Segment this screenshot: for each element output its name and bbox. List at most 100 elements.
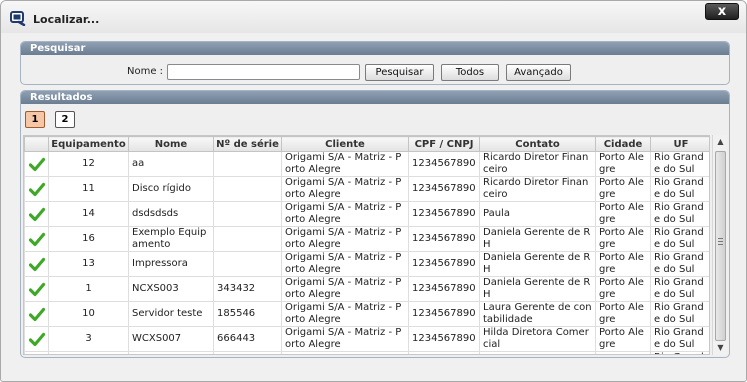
cell-select[interactable] bbox=[24, 226, 49, 252]
cell-cpf-cnpj: 1234567890 bbox=[408, 176, 480, 202]
cell-uf: Rio Grande do Sul bbox=[650, 176, 709, 202]
cell-serie: 343432 bbox=[213, 276, 282, 302]
cell-equipamento: 10 bbox=[48, 301, 129, 327]
table-row[interactable]: 14 dsdsdsds Origami S/A - Matriz - Porto A… bbox=[24, 201, 709, 227]
column-header-select bbox=[24, 136, 49, 152]
cell-select[interactable] bbox=[24, 151, 49, 177]
cell-cidade: Porto Alegre bbox=[595, 226, 651, 252]
cell-cpf-cnpj: 1234567890 bbox=[408, 326, 480, 352]
checkmark-icon[interactable] bbox=[28, 282, 45, 297]
chevron-up-icon[interactable]: ▲ bbox=[713, 135, 728, 149]
column-header-uf[interactable]: UF bbox=[650, 136, 709, 152]
cell-nome: Exemplo Equipamento bbox=[128, 226, 214, 252]
table-row[interactable]: 10 Servidor teste 185546 Origami S/A - Matr… bbox=[24, 301, 709, 327]
checkmark-icon[interactable] bbox=[28, 257, 45, 272]
cell-cpf-cnpj: 1234567890 bbox=[408, 301, 480, 327]
cell-equipamento: 13 bbox=[48, 251, 129, 277]
cell-cliente: Origami S/A - Matriz - Porto Alegre bbox=[281, 201, 409, 227]
table-row[interactable]: 16 Exemplo Equipamento Origami S/A - Matri… bbox=[24, 226, 709, 252]
cell-serie bbox=[213, 226, 282, 252]
checkmark-icon[interactable] bbox=[28, 332, 45, 347]
nome-label: Nome : bbox=[127, 66, 164, 77]
cell-serie: 666443 bbox=[213, 326, 282, 352]
cell-cpf-cnpj: 1234567890 bbox=[408, 201, 480, 227]
checkmark-icon[interactable] bbox=[28, 207, 45, 222]
results-table: Equipamento Nome Nº de série Cliente CPF… bbox=[24, 136, 709, 354]
cell-uf: Rio Grande do Sul bbox=[650, 201, 709, 227]
cell-contato: Daniela Gerente de RH bbox=[479, 226, 596, 252]
todos-button[interactable]: Todos bbox=[441, 64, 499, 81]
cell-cidade: Porto Alegre bbox=[595, 326, 651, 352]
cell-uf: Rio Grande do Sul bbox=[650, 151, 709, 177]
cell-cidade: Porto Alegre bbox=[595, 276, 651, 302]
cell-select[interactable] bbox=[24, 326, 49, 352]
column-header-cidade[interactable]: Cidade bbox=[595, 136, 651, 152]
cell-nome: Disco rígido bbox=[128, 176, 214, 202]
cell-contato: Daniela Gerente de RH bbox=[479, 276, 596, 302]
results-table-container: Equipamento Nome Nº de série Cliente CPF… bbox=[23, 135, 710, 355]
column-header-cliente[interactable]: Cliente bbox=[281, 136, 409, 152]
cell-cliente: Origami S/A - Matriz bbox=[281, 351, 409, 354]
cell-cidade: Porto Alegre bbox=[595, 301, 651, 327]
scrollbar-thumb[interactable] bbox=[715, 151, 726, 341]
cell-uf: Rio Grande bbox=[650, 351, 709, 354]
cell-equipamento: 3 bbox=[48, 326, 129, 352]
table-row[interactable]: 13 Impressora Origami S/A - Matriz - Porto… bbox=[24, 251, 709, 277]
cell-select[interactable] bbox=[24, 351, 49, 354]
search-panel-header: Pesquisar bbox=[21, 42, 729, 55]
checkmark-icon[interactable] bbox=[28, 182, 45, 197]
table-row[interactable]: 12 aa Origami S/A - Matriz - Porto Alegre 1… bbox=[24, 151, 709, 177]
search-window-icon bbox=[10, 11, 26, 26]
cell-contato: Ricardo Diretor Financeiro bbox=[479, 176, 596, 202]
cell-cliente: Origami S/A - Matriz - Porto Alegre bbox=[281, 326, 409, 352]
cell-cliente: Origami S/A - Matriz - Porto Alegre bbox=[281, 226, 409, 252]
cell-uf: Rio Grande do Sul bbox=[650, 276, 709, 302]
localizar-dialog: Localizar... x Pesquisar Nome : Pesquisa… bbox=[0, 0, 747, 382]
search-row: Nome : Pesquisar Todos Avançado bbox=[21, 64, 729, 82]
pesquisar-button[interactable]: Pesquisar bbox=[365, 64, 434, 81]
cell-cidade: Porto Alegre bbox=[595, 176, 651, 202]
cell-nome: Servidor teste bbox=[128, 301, 214, 327]
results-panel: Resultados 1 2 Equipamento Nome Nº de sé… bbox=[20, 90, 730, 358]
avancado-button[interactable]: Avançado bbox=[506, 64, 571, 81]
cell-equipamento bbox=[48, 351, 129, 354]
table-row[interactable]: 3 WCXS007 666443 Origami S/A - Matriz - Por… bbox=[24, 326, 709, 352]
column-header-contato[interactable]: Contato bbox=[479, 136, 596, 152]
cell-serie bbox=[213, 201, 282, 227]
page-2-button[interactable]: 2 bbox=[55, 111, 75, 128]
close-button[interactable]: x bbox=[705, 3, 739, 20]
column-header-serie[interactable]: Nº de série bbox=[213, 136, 282, 152]
search-panel: Pesquisar Nome : Pesquisar Todos Avançad… bbox=[20, 41, 730, 85]
table-row[interactable]: 11 Disco rígido Origami S/A - Matriz - Por… bbox=[24, 176, 709, 202]
grip-icon bbox=[718, 238, 723, 245]
cell-cliente: Origami S/A - Matriz - Porto Alegre bbox=[281, 151, 409, 177]
cell-cidade: Porto Alegre bbox=[595, 251, 651, 277]
cell-uf: Rio Grande do Sul bbox=[650, 251, 709, 277]
checkmark-icon[interactable] bbox=[28, 232, 45, 247]
cell-equipamento: 11 bbox=[48, 176, 129, 202]
cell-contato: Hilda Diretora Comercial bbox=[479, 326, 596, 352]
checkmark-icon[interactable] bbox=[28, 307, 45, 322]
cell-cpf-cnpj: 1234567890 bbox=[408, 226, 480, 252]
cell-select[interactable] bbox=[24, 251, 49, 277]
checkmark-icon[interactable] bbox=[28, 157, 45, 172]
column-header-cpf-cnpj[interactable]: CPF / CNPJ bbox=[408, 136, 480, 152]
nome-input[interactable] bbox=[167, 64, 360, 80]
chevron-down-icon[interactable]: ▼ bbox=[713, 341, 728, 355]
cell-equipamento: 16 bbox=[48, 226, 129, 252]
table-row[interactable]: Origami S/A - Matriz1234567890Laura Gere… bbox=[24, 351, 709, 354]
cell-cidade: Porto Alegre bbox=[595, 151, 651, 177]
cell-select[interactable] bbox=[24, 301, 49, 327]
cell-select[interactable] bbox=[24, 276, 49, 302]
cell-select[interactable] bbox=[24, 201, 49, 227]
cell-nome bbox=[128, 351, 214, 354]
column-header-equipamento[interactable]: Equipamento bbox=[48, 136, 129, 152]
page-1-button[interactable]: 1 bbox=[25, 111, 45, 128]
cell-contato: Laura Gerente de bbox=[479, 351, 596, 354]
table-row[interactable]: 1 NCXS003 343432 Origami S/A - Matriz - Por… bbox=[24, 276, 709, 302]
cell-nome: WCXS007 bbox=[128, 326, 214, 352]
results-scrollbar[interactable]: ▲ ▼ bbox=[712, 135, 727, 355]
column-header-nome[interactable]: Nome bbox=[128, 136, 214, 152]
cell-select[interactable] bbox=[24, 176, 49, 202]
cell-contato: Ricardo Diretor Financeiro bbox=[479, 151, 596, 177]
